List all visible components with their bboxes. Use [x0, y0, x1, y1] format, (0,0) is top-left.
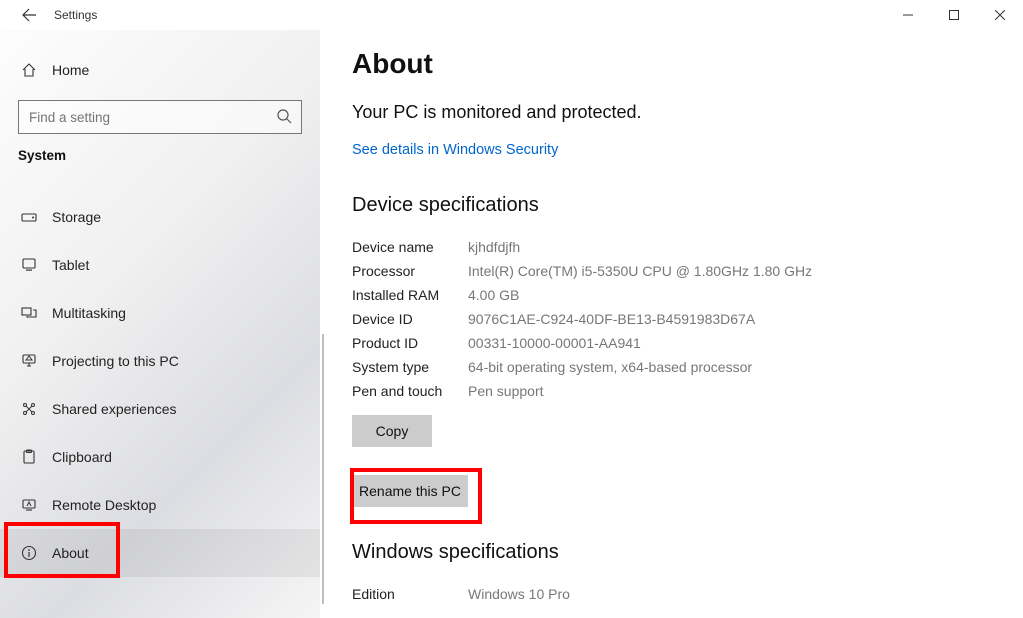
- shared-icon: [18, 401, 40, 417]
- page-title: About: [352, 48, 993, 80]
- sidebar-nav: Storage Tablet Multitasking Projecting t…: [0, 193, 320, 577]
- windows-spec-heading: Windows specifications: [352, 541, 993, 564]
- sidebar: Home System Storage Tablet Multitasking: [0, 30, 320, 618]
- minimize-button[interactable]: [885, 0, 931, 30]
- window-title: Settings: [54, 8, 97, 22]
- tablet-icon: [18, 257, 40, 273]
- info-icon: [18, 545, 40, 561]
- spec-row-edition: EditionWindows 10 Pro: [352, 582, 993, 606]
- protection-status: Your PC is monitored and protected.: [352, 102, 993, 123]
- sidebar-item-label: Remote Desktop: [52, 497, 156, 513]
- arrow-left-icon: [21, 7, 37, 23]
- titlebar: Settings: [0, 0, 1023, 30]
- sidebar-item-storage[interactable]: Storage: [0, 193, 320, 241]
- maximize-button[interactable]: [931, 0, 977, 30]
- multitasking-icon: [18, 305, 40, 321]
- close-icon: [995, 10, 1005, 20]
- sidebar-item-label: Tablet: [52, 257, 89, 273]
- search-wrap: [18, 100, 302, 134]
- security-link[interactable]: See details in Windows Security: [352, 142, 558, 158]
- sidebar-home[interactable]: Home: [0, 50, 320, 90]
- sidebar-item-label: Storage: [52, 209, 101, 225]
- sidebar-item-shared[interactable]: Shared experiences: [0, 385, 320, 433]
- sidebar-item-projecting[interactable]: Projecting to this PC: [0, 337, 320, 385]
- search-icon: [276, 108, 292, 124]
- spec-row-device-id: Device ID9076C1AE-C924-40DF-BE13-B459198…: [352, 307, 993, 331]
- spec-row-device-name: Device namekjhdfdjfh: [352, 235, 993, 259]
- home-icon: [18, 62, 40, 78]
- sidebar-item-label: About: [52, 545, 89, 561]
- content: About Your PC is monitored and protected…: [320, 30, 1023, 618]
- device-spec-heading: Device specifications: [352, 194, 993, 217]
- sidebar-item-remote[interactable]: Remote Desktop: [0, 481, 320, 529]
- spec-row-ram: Installed RAM4.00 GB: [352, 283, 993, 307]
- clipboard-icon: [18, 449, 40, 465]
- spec-row-processor: ProcessorIntel(R) Core(TM) i5-5350U CPU …: [352, 259, 993, 283]
- remote-icon: [18, 497, 40, 513]
- minimize-icon: [903, 10, 913, 20]
- spec-row-pen: Pen and touchPen support: [352, 379, 993, 403]
- projecting-icon: [18, 353, 40, 369]
- windows-spec-section: Windows specifications EditionWindows 10…: [352, 541, 993, 606]
- sidebar-section-label: System: [0, 148, 320, 163]
- search-input[interactable]: [18, 100, 302, 134]
- sidebar-item-clipboard[interactable]: Clipboard: [0, 433, 320, 481]
- sidebar-item-label: Shared experiences: [52, 401, 177, 417]
- sidebar-item-tablet[interactable]: Tablet: [0, 241, 320, 289]
- maximize-icon: [949, 10, 959, 20]
- back-button[interactable]: [14, 0, 44, 30]
- close-button[interactable]: [977, 0, 1023, 30]
- sidebar-item-about[interactable]: About: [0, 529, 320, 577]
- spec-row-system-type: System type64-bit operating system, x64-…: [352, 355, 993, 379]
- device-spec-table: Device namekjhdfdjfh ProcessorIntel(R) C…: [352, 235, 993, 403]
- sidebar-item-multitasking[interactable]: Multitasking: [0, 289, 320, 337]
- sidebar-home-label: Home: [52, 62, 89, 78]
- storage-icon: [18, 209, 40, 225]
- spec-row-product-id: Product ID00331-10000-00001-AA941: [352, 331, 993, 355]
- scrollbar-indicator[interactable]: [322, 334, 324, 604]
- window-controls: [885, 0, 1023, 30]
- copy-button[interactable]: Copy: [352, 415, 432, 447]
- sidebar-item-label: Clipboard: [52, 449, 112, 465]
- sidebar-item-label: Multitasking: [52, 305, 126, 321]
- rename-button[interactable]: Rename this PC: [352, 475, 468, 507]
- sidebar-item-label: Projecting to this PC: [52, 353, 179, 369]
